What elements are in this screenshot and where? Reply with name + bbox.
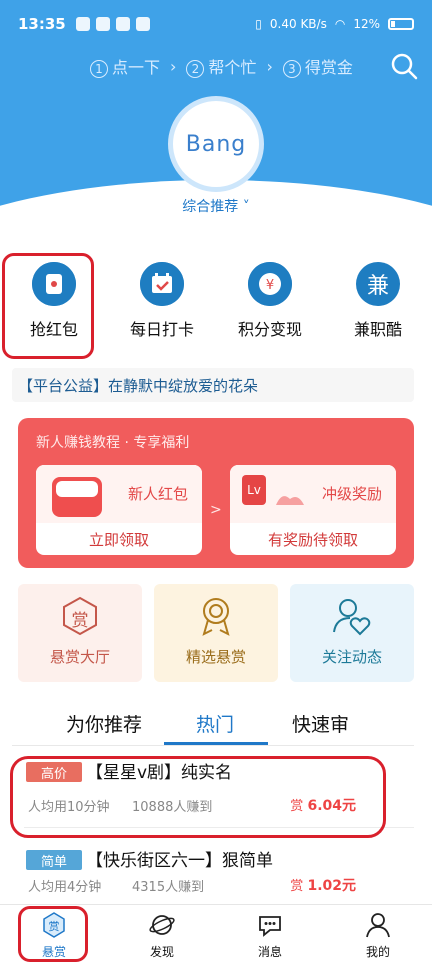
divider (12, 745, 414, 746)
step-3: 3 得赏金 (282, 54, 353, 78)
tile-follow-updates[interactable]: 关注动态 (290, 584, 414, 682)
tab-quick-review[interactable]: 快速审 (292, 710, 349, 737)
network-speed: 0.40 KB/s (269, 17, 327, 31)
user-icon (366, 913, 390, 938)
red-packet-illustration-icon (52, 477, 102, 517)
app-logo: Bang (168, 96, 264, 192)
status-time: 13:35 (18, 15, 66, 33)
nav-messages[interactable]: 消息 (216, 905, 324, 964)
notification-icon (135, 17, 150, 31)
svg-text:Lv: Lv (247, 483, 261, 497)
message-icon (259, 916, 281, 937)
tile-featured-rewards[interactable]: 精选悬赏 (154, 584, 278, 682)
list-tabs: 为你推荐 热门 快速审 (0, 704, 432, 746)
search-button[interactable] (390, 52, 418, 80)
chevron-right-icon: › (170, 56, 177, 76)
new-user-red-packet-card[interactable]: 新人红包 立即领取 (36, 465, 202, 555)
user-heart-icon (333, 599, 371, 636)
notification-icon (75, 17, 90, 31)
nav-me[interactable]: 我的 (324, 905, 432, 964)
quick-action-part-time[interactable]: 兼 兼职酷 (324, 262, 432, 342)
claim-reward-button[interactable]: 有奖励待领取 (230, 523, 396, 555)
tab-hot[interactable]: 热门 (196, 710, 234, 737)
step-1: 1 点一下 (90, 54, 160, 78)
task-item[interactable]: 简单 【快乐街区六一】狠简单 人均用4分钟 4315人赚到 赏 1.02元 (0, 834, 432, 914)
promo-card: 新人赚钱教程 · 专享福利 新人红包 立即领取 > Lv 冲级奖励 有奖励待领取 (18, 418, 414, 568)
status-right: ▯ 0.40 KB/s ◠ 12% (255, 17, 414, 31)
task-earned-count: 4315人赚到 (132, 880, 205, 895)
logo-text: Bang (185, 131, 247, 157)
calendar-check-icon (140, 262, 184, 306)
notification-icon (115, 17, 130, 31)
nav-discover[interactable]: 发现 (108, 905, 216, 964)
promo-title: 新人赚钱教程 · 专享福利 (36, 435, 190, 451)
notice-banner[interactable]: 【平台公益】在静默中绽放爱的花朵 (12, 368, 414, 402)
chevron-down-icon: ˅ (242, 199, 250, 215)
battery-icon (388, 18, 414, 30)
header: 13:35 ▯ 0.40 KB/s ◠ 12% 1 点一下 › 2 帮个忙 › 3得… (0, 0, 432, 240)
highlight-red-packet (2, 253, 94, 359)
part-time-icon: 兼 (356, 262, 400, 306)
tab-recommended[interactable]: 为你推荐 (66, 710, 142, 737)
category-selector[interactable]: 综合推荐 ˅ (0, 196, 432, 216)
status-bar: 13:35 ▯ 0.40 KB/s ◠ 12% (0, 0, 432, 48)
status-notification-icons (75, 17, 150, 31)
search-icon (391, 53, 418, 80)
points-exchange-icon: ¥ (248, 262, 292, 306)
claim-now-button[interactable]: 立即领取 (36, 523, 202, 555)
medal-icon (202, 598, 230, 636)
rocket-icon: Lv (242, 475, 304, 505)
vibrate-icon: ▯ (255, 17, 262, 31)
highlight-nav-reward (18, 906, 88, 962)
promo-separator: > (210, 502, 222, 518)
svg-text:¥: ¥ (266, 278, 274, 293)
task-tag: 简单 (26, 850, 82, 870)
wifi-icon: ◠ (334, 17, 346, 31)
chevron-right-icon: › (266, 56, 273, 76)
notification-icon (95, 17, 110, 31)
steps-guide: 1 点一下 › 2 帮个忙 › 3 得赏金 (90, 54, 353, 78)
task-reward: 赏 1.02元 (290, 878, 356, 894)
quick-action-points-exchange[interactable]: ¥ 积分变现 (216, 262, 324, 342)
battery-percent: 12% (353, 17, 380, 31)
tile-reward-hall[interactable]: 赏 悬赏大厅 (18, 584, 142, 682)
planet-icon (149, 915, 175, 935)
highlight-task (10, 756, 386, 838)
level-up-reward-card[interactable]: Lv 冲级奖励 有奖励待领取 (230, 465, 396, 555)
quick-action-daily-checkin[interactable]: 每日打卡 (108, 262, 216, 342)
task-avg-time: 人均用4分钟 (28, 880, 102, 895)
step-2: 2 帮个忙 (186, 54, 256, 78)
task-title: 【快乐街区六一】狠简单 (86, 851, 273, 871)
